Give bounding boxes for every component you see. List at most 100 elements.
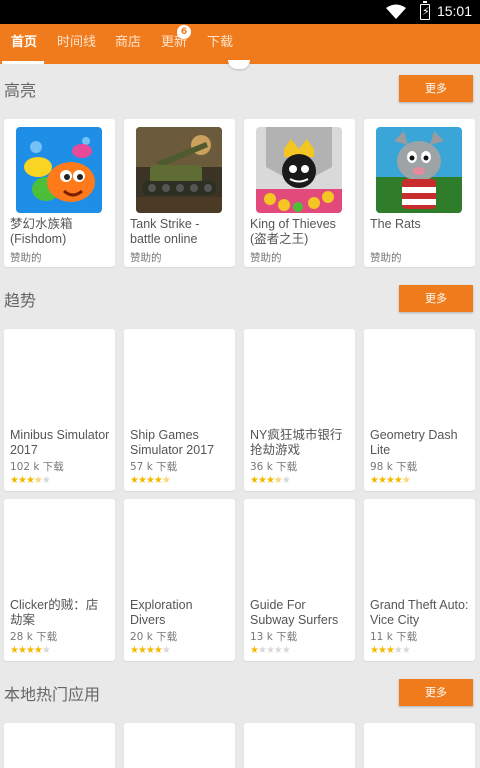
star-icon: ★ [10,645,19,656]
rating-stars: ★★★★★ [250,645,291,656]
rating-stars: ★★★★★ [10,475,51,486]
sponsored-label: 赞助的 [130,252,162,264]
app-name: Geometry Dash Lite [370,428,458,457]
trending-app-card[interactable]: Minibus Simulator 2017 102 k 下载 ★★★★★ [4,329,115,491]
app-name: Grand Theft Auto: Vice City [370,598,469,627]
star-icon: ★ [145,645,155,656]
trending-app-card[interactable]: Geometry Dash Lite 98 k 下载 ★★★★★ [364,329,475,491]
star-icon: ★ [17,645,27,656]
star-icon: ★ [265,475,275,486]
tab-home[interactable]: 首页 [11,24,37,64]
app-card[interactable] [364,723,475,768]
star-icon: ★ [161,645,171,656]
tab-store[interactable]: 商店 [115,24,141,64]
app-card-fishdom[interactable]: 梦幻水族箱 (Fishdom) 赞助的 [4,119,115,267]
section-title-highlight: 高亮 [4,81,37,100]
star-icon: ★ [401,645,411,656]
download-count: 102 k 下载 [10,461,64,473]
download-count: 20 k 下载 [130,631,178,643]
sponsored-label: 赞助的 [10,252,42,264]
tab-bar: 首页 时间线 商店 更新 6 下载 [0,24,480,64]
star-icon: ★ [273,645,283,656]
app-name: Minibus Simulator 2017 [10,428,110,457]
highlight-more-button[interactable]: 更多 [399,75,473,102]
star-icon: ★ [10,475,19,486]
star-icon: ★ [130,645,139,656]
star-icon: ★ [370,645,379,656]
download-count: 98 k 下载 [370,461,418,473]
download-count: 57 k 下载 [130,461,178,473]
app-name: NY疯狂城市银行抢劫游戏 [250,428,343,457]
king-of-thieves-icon [256,127,342,213]
rating-stars: ★★★★★ [130,475,171,486]
tab-downloads[interactable]: 下载 [207,24,233,64]
download-count: 36 k 下载 [250,461,298,473]
star-icon: ★ [17,475,27,486]
app-name: Clicker的贼：店劫案 [10,598,99,627]
app-card[interactable] [244,723,355,768]
rating-stars: ★★★★★ [10,645,51,656]
star-icon: ★ [393,475,403,486]
tank-strike-icon [136,127,222,213]
app-card[interactable] [124,723,235,768]
app-name: 梦幻水族箱 (Fishdom) [10,217,73,246]
tab-timeline[interactable]: 时间线 [57,24,96,64]
star-icon: ★ [250,475,259,486]
active-tab-indicator [2,61,44,64]
star-icon: ★ [137,475,147,486]
star-icon: ★ [33,645,43,656]
rating-stars: ★★★★★ [370,645,411,656]
fishdom-icon [16,127,102,213]
star-icon: ★ [41,475,51,486]
the-rats-icon [376,127,462,213]
trending-app-card[interactable]: Grand Theft Auto: Vice City 11 k 下载 ★★★★★ [364,499,475,661]
status-bar: ⚡ 15:01 [0,0,480,24]
star-icon: ★ [161,475,171,486]
star-icon: ★ [145,475,155,486]
section-title-local-popular: 本地热门应用 [4,685,101,704]
rating-stars: ★★★★★ [370,475,411,486]
download-count: 11 k 下载 [370,631,418,643]
app-card-tank-strike[interactable]: Tank Strike - battle online 赞助的 [124,119,235,267]
star-icon: ★ [257,645,267,656]
trending-more-button[interactable]: 更多 [399,285,473,312]
local-more-button[interactable]: 更多 [399,679,473,706]
app-card-the-rats[interactable]: The Rats 赞助的 [364,119,475,267]
battery-icon: ⚡ [420,1,430,20]
star-icon: ★ [281,475,291,486]
star-icon: ★ [265,645,275,656]
star-icon: ★ [137,645,147,656]
download-count: 13 k 下载 [250,631,298,643]
rating-stars: ★★★★★ [130,645,171,656]
trending-app-card[interactable]: Clicker的贼：店劫案 28 k 下载 ★★★★★ [4,499,115,661]
star-icon: ★ [257,475,267,486]
trending-app-card[interactable]: NY疯狂城市银行抢劫游戏 36 k 下载 ★★★★★ [244,329,355,491]
star-icon: ★ [377,475,387,486]
star-icon: ★ [370,475,379,486]
star-icon: ★ [33,475,43,486]
star-icon: ★ [250,645,259,656]
star-icon: ★ [25,645,35,656]
star-icon: ★ [385,475,395,486]
star-icon: ★ [130,475,139,486]
app-name: King of Thieves (盗者之王) [250,217,336,246]
updates-badge: 6 [177,25,191,39]
trending-app-card[interactable]: Ship Games Simulator 2017 57 k 下载 ★★★★★ [124,329,235,491]
star-icon: ★ [25,475,35,486]
star-icon: ★ [377,645,387,656]
app-name: Exploration Divers [130,598,193,627]
section-title-trending: 趋势 [4,291,37,310]
wifi-icon [386,4,406,19]
app-name: Tank Strike - battle online [130,217,200,246]
app-card[interactable] [4,723,115,768]
sponsored-label: 赞助的 [370,252,402,264]
sponsored-label: 赞助的 [250,252,282,264]
clock: 15:01 [436,3,472,19]
app-card-king-of-thieves[interactable]: King of Thieves (盗者之王) 赞助的 [244,119,355,267]
trending-app-card[interactable]: Guide For Subway Surfers 13 k 下载 ★★★★★ [244,499,355,661]
app-name: Ship Games Simulator 2017 [130,428,215,457]
star-icon: ★ [401,475,411,486]
rating-stars: ★★★★★ [250,475,291,486]
trending-app-card[interactable]: Exploration Divers 20 k 下载 ★★★★★ [124,499,235,661]
star-icon: ★ [153,475,163,486]
